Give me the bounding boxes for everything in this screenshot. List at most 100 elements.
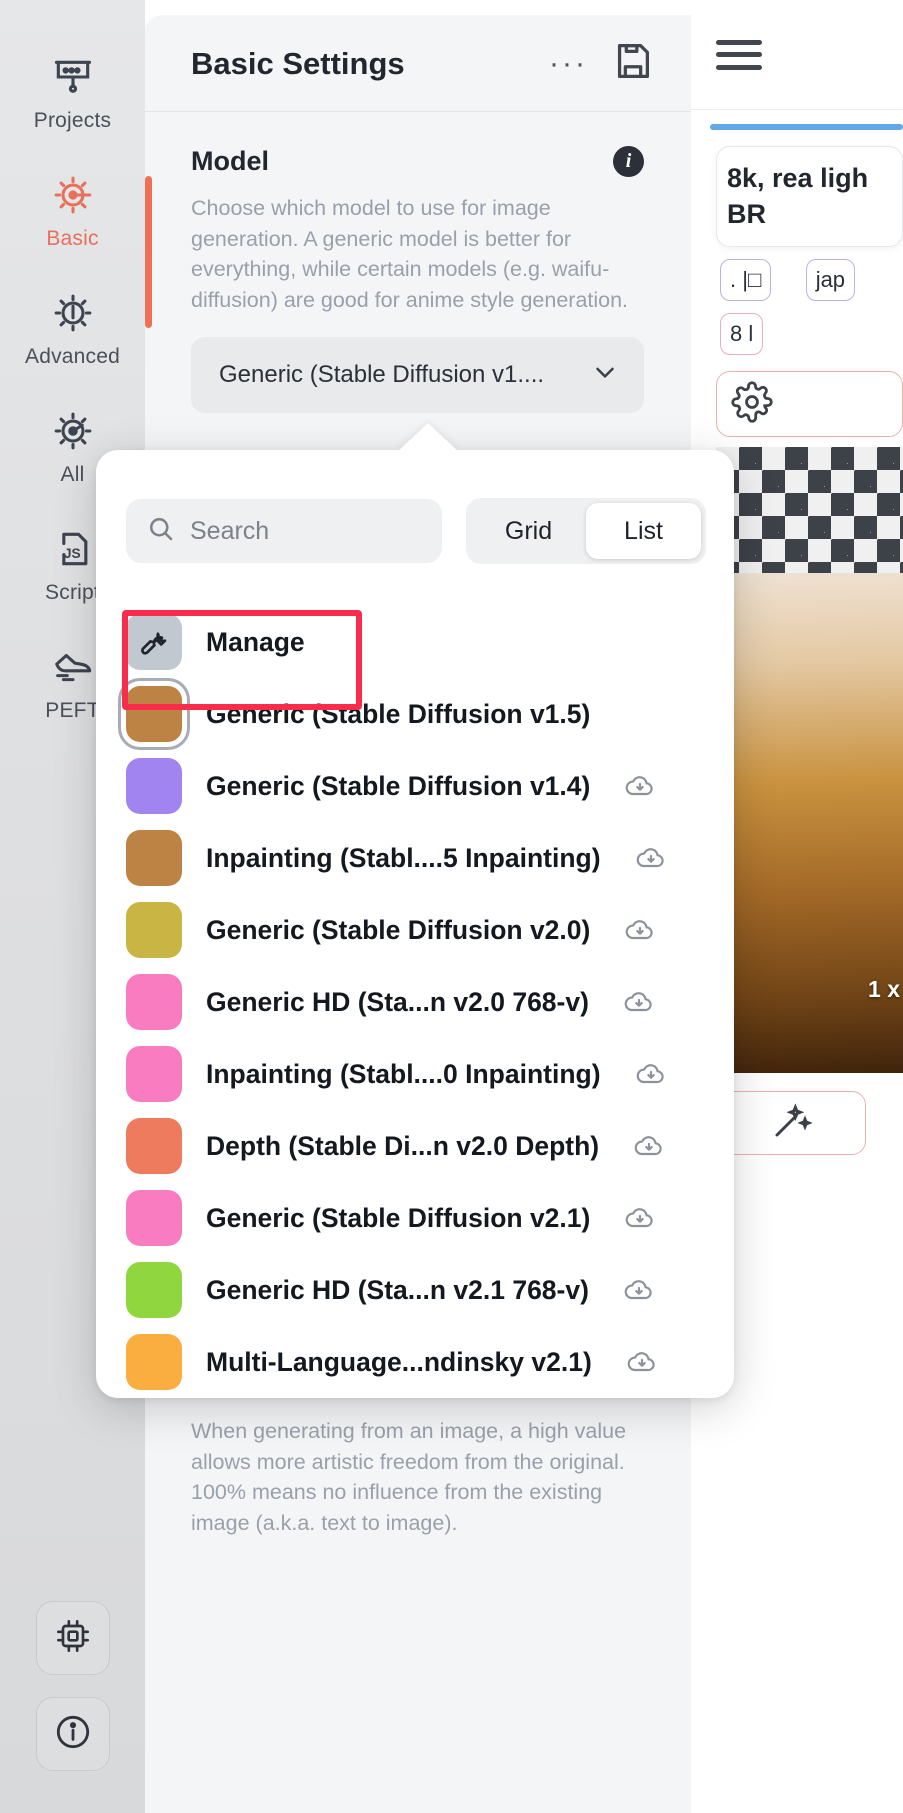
view-toggle-list[interactable]: List xyxy=(586,503,701,559)
more-options-button[interactable]: ··· xyxy=(527,48,610,79)
model-label: Model xyxy=(191,146,269,176)
model-name: Generic (Stable Diffusion v1.4) xyxy=(206,770,591,801)
model-description: Choose which model to use for image gene… xyxy=(191,196,629,312)
app-root: Projects Basic Advanced All JS Script PE… xyxy=(0,0,903,1813)
prompt-chip[interactable]: . |□ xyxy=(720,259,772,302)
search-icon xyxy=(146,514,176,549)
sidebar-item-label: Script xyxy=(45,580,100,604)
model-row[interactable]: Generic HD (Sta...n v2.0 768-v) xyxy=(96,966,734,1038)
page-title: Basic Settings xyxy=(191,45,405,81)
active-section-indicator xyxy=(145,176,152,328)
model-color-swatch xyxy=(126,1190,182,1246)
sidebar-item-advanced[interactable]: Advanced xyxy=(0,270,145,388)
model-row[interactable]: Multi-Language...ndinsky v2.1) xyxy=(96,1326,734,1398)
sidebar-item-basic[interactable]: Basic xyxy=(0,152,145,270)
cloud-download-icon[interactable] xyxy=(624,914,656,946)
info-button[interactable] xyxy=(35,1697,110,1771)
panel-header: Basic Settings ··· xyxy=(145,16,690,112)
model-select-value: Generic (Stable Diffusion v1.... xyxy=(219,361,545,389)
svg-text:JS: JS xyxy=(63,546,80,561)
chip-icon xyxy=(53,1616,93,1661)
prompt-chip[interactable]: jap xyxy=(805,259,856,302)
search-input[interactable]: Search xyxy=(126,499,442,563)
sidebar-bottom-actions xyxy=(35,1601,110,1813)
cloud-download-icon[interactable] xyxy=(635,1058,667,1090)
sidebar-item-label: Projects xyxy=(33,108,112,132)
progress-bar xyxy=(710,124,903,130)
model-name: Generic (Stable Diffusion v2.0) xyxy=(206,914,591,945)
model-color-swatch xyxy=(126,758,182,814)
cloud-download-icon[interactable] xyxy=(624,770,656,802)
presentation-icon xyxy=(50,54,96,100)
model-color-swatch xyxy=(126,686,182,742)
manage-label: Manage xyxy=(206,626,305,657)
model-name: Depth (Stable Di...n v2.0 Depth) xyxy=(206,1130,600,1161)
model-row[interactable]: Inpainting (Stabl....0 Inpainting) xyxy=(96,1038,734,1110)
model-name: Generic HD (Sta...n v2.0 768-v) xyxy=(206,986,589,1017)
model-name: Generic (Stable Diffusion v1.5) xyxy=(206,698,591,729)
view-toggle: Grid List xyxy=(466,498,706,564)
model-color-swatch xyxy=(126,1334,182,1390)
save-button[interactable] xyxy=(610,38,656,89)
sidebar-item-label: All xyxy=(60,462,85,486)
sun-advanced-icon xyxy=(50,290,96,336)
transparency-checkerboard xyxy=(716,447,903,574)
model-name: Generic HD (Sta...n v2.1 768-v) xyxy=(206,1274,589,1305)
right-header xyxy=(690,0,903,110)
prompt-chip[interactable]: 8 l xyxy=(720,313,764,356)
model-name: Generic (Stable Diffusion v2.1) xyxy=(206,1202,591,1233)
model-row[interactable]: Generic HD (Sta...n v2.1 768-v) xyxy=(96,1254,734,1326)
model-color-swatch xyxy=(126,1046,182,1102)
dropdown-toolbar: Search Grid List xyxy=(96,450,734,564)
sun-all-icon xyxy=(50,408,96,454)
prompt-preview: 8k, rea ligh BR xyxy=(716,146,903,248)
model-color-swatch xyxy=(126,902,182,958)
chip-button[interactable] xyxy=(35,1601,110,1675)
cloud-download-icon[interactable] xyxy=(633,1130,665,1162)
model-row[interactable]: Generic (Stable Diffusion v1.5) xyxy=(96,678,734,750)
generated-image-thumbnail[interactable]: 1 x xyxy=(716,573,903,1074)
cloud-download-icon[interactable] xyxy=(623,986,655,1018)
sidebar-item-label: Basic xyxy=(46,226,99,250)
js-file-icon: JS xyxy=(50,526,96,572)
sidebar-item-label: PEFT xyxy=(45,698,100,722)
hamburger-menu-icon[interactable] xyxy=(716,39,762,70)
strength-description: When generating from an image, a high va… xyxy=(191,1419,627,1535)
model-row[interactable]: Generic (Stable Diffusion v2.1) xyxy=(96,1182,734,1254)
model-select[interactable]: Generic (Stable Diffusion v1.... xyxy=(191,337,644,414)
dropdown-arrow xyxy=(396,423,460,453)
sidebar-item-projects[interactable]: Projects xyxy=(0,34,145,152)
floppy-save-icon xyxy=(610,38,656,89)
settings-card[interactable] xyxy=(716,371,903,438)
wrench-icon xyxy=(126,614,182,670)
view-toggle-grid[interactable]: Grid xyxy=(471,503,586,559)
cloud-download-icon[interactable] xyxy=(624,1202,656,1234)
model-color-swatch xyxy=(126,1262,182,1318)
cloud-download-icon[interactable] xyxy=(623,1274,655,1306)
model-section: Model i Choose which model to use for im… xyxy=(145,112,690,414)
cloud-download-icon[interactable] xyxy=(626,1346,658,1378)
model-color-swatch xyxy=(126,830,182,886)
chevron-down-icon xyxy=(590,357,620,394)
magic-wand-icon xyxy=(770,1100,813,1147)
shoe-icon xyxy=(50,644,96,690)
search-placeholder: Search xyxy=(190,516,270,545)
model-row[interactable]: Inpainting (Stabl....5 Inpainting) xyxy=(96,822,734,894)
model-dropdown-popup: Search Grid List Manage Generic (Stable … xyxy=(96,450,734,1398)
model-color-swatch xyxy=(126,974,182,1030)
model-row[interactable]: Generic (Stable Diffusion v2.0) xyxy=(96,894,734,966)
model-name: Inpainting (Stabl....5 Inpainting) xyxy=(206,842,601,873)
cloud-download-icon[interactable] xyxy=(635,842,667,874)
model-section-header: Model i xyxy=(191,146,644,177)
sidebar-item-label: Advanced xyxy=(24,344,120,368)
sun-settings-icon xyxy=(50,172,96,218)
gear-icon xyxy=(731,381,773,428)
model-list: Manage Generic (Stable Diffusion v1.5) G… xyxy=(96,564,734,1398)
manage-row[interactable]: Manage xyxy=(96,606,734,678)
info-circle-icon xyxy=(52,1711,94,1758)
magic-wand-button[interactable] xyxy=(716,1091,866,1156)
model-row[interactable]: Generic (Stable Diffusion v1.4) xyxy=(96,750,734,822)
info-icon[interactable]: i xyxy=(613,146,644,177)
model-row[interactable]: Depth (Stable Di...n v2.0 Depth) xyxy=(96,1110,734,1182)
image-count-badge: 1 x xyxy=(868,976,900,1003)
